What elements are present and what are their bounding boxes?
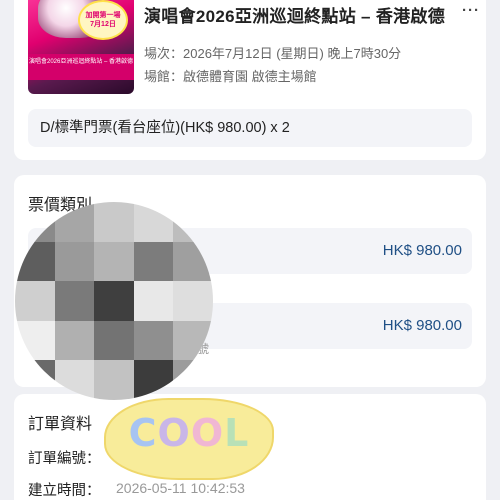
sticker-text: COOL xyxy=(104,411,274,455)
price-value: HK$ 980.00 xyxy=(382,317,462,334)
cool-sticker-overlay: COOL xyxy=(104,398,274,480)
event-date: 場次：2026年7月12日 (星期日) 晚上7時30分 xyxy=(144,46,402,61)
poster-sticker-line-1: 加開第一場 xyxy=(85,12,121,19)
ticket-summary: D/標準門票(看台座位)(HK$ 980.00) x 2 xyxy=(28,109,472,147)
event-title: 演唱會2026亞洲巡迴終點站 – 香港啟德 xyxy=(144,7,446,26)
privacy-mosaic-overlay xyxy=(15,202,213,400)
sticker-letter: O xyxy=(190,411,225,455)
order-number-label: 訂單編號： xyxy=(28,451,101,467)
poster-sticker-line-2: 7月12日 xyxy=(90,21,116,28)
created-time-value: 2026-05-11 10:42:53 xyxy=(116,480,245,496)
order-section-title: 訂單資料 xyxy=(28,416,93,433)
created-time-label: 建立時間： xyxy=(28,483,101,499)
sticker-letter: C xyxy=(128,411,158,455)
poster-banner: 演唱會2026亞洲巡迴終點站 – 香港啟德 xyxy=(28,54,134,80)
sticker-letter: O xyxy=(157,411,191,455)
event-card[interactable]: 加開第一場 7月12日 演唱會2026亞洲巡迴終點站 – 香港啟德 演唱會202… xyxy=(14,0,486,160)
poster-sticker: 加開第一場 7月12日 xyxy=(78,0,128,40)
price-value: HK$ 980.00 xyxy=(382,242,462,259)
more-options-icon[interactable]: ··· xyxy=(462,2,480,19)
sticker-letter: L xyxy=(224,411,250,455)
event-venue: 場館：啟德體育園 啟德主場館 xyxy=(144,69,317,84)
event-poster-image[interactable]: 加開第一場 7月12日 演唱會2026亞洲巡迴終點站 – 香港啟德 xyxy=(28,0,134,94)
